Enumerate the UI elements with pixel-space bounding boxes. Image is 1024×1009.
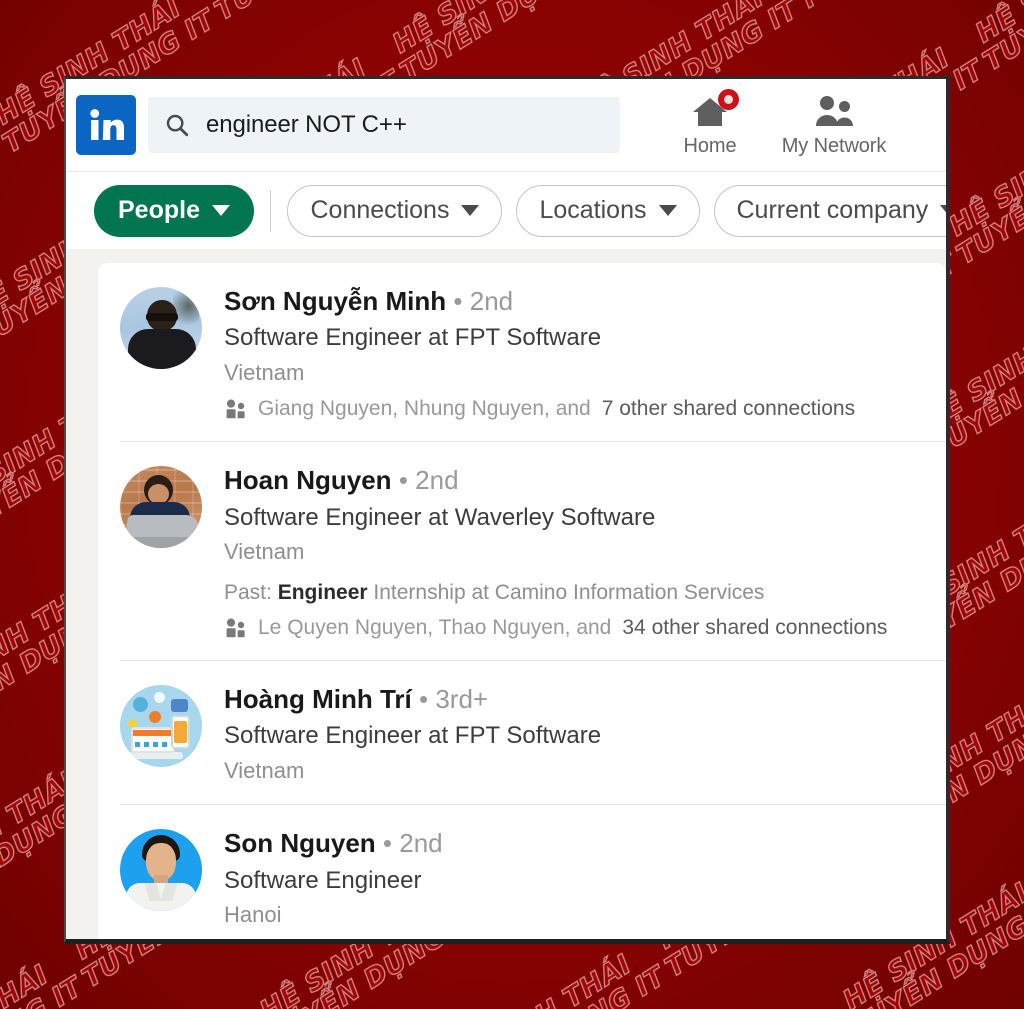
result-past-prefix: Past: [224,580,278,604]
chevron-down-icon [658,205,677,216]
search-result-item[interactable]: Son Nguyen • 2nd Software Engineer Hanoi [120,805,946,939]
result-degree: 2nd [415,465,459,496]
watermark-text: HỆ SINH THÁI TUYỂN DỤNG IT [0,959,89,1009]
avatar[interactable] [120,685,202,768]
result-location: Vietnam [224,359,305,385]
shared-connections-count: 7 other shared connections [601,397,856,421]
filter-pill-locations-label: Locations [539,196,647,224]
result-name-line: Sơn Nguyễn Minh • 2nd [224,286,946,316]
watermark-text: HỆ SINH THÁI TUYỂN DỤNG IT [484,948,672,1009]
result-separator: • [419,684,429,715]
my-network-icon [813,92,855,132]
watermark-text: HỆ SINH THÁI TUYỂN DỤNG IT [779,0,1004,17]
result-location: Vietnam [224,539,305,565]
shared-connections-icon [224,399,247,419]
avatar[interactable] [120,829,202,912]
filter-pill-connections[interactable]: Connections [287,184,503,237]
result-degree: 2nd [399,828,443,859]
result-headline: Software Engineer at FPT Software [224,722,602,750]
result-name-line: Hoàng Minh Trí • 3rd+ [224,685,946,714]
filter-pill-people-label: People [118,196,200,224]
search-results-area: Sơn Nguyễn Minh • 2nd Software Engineer … [66,249,946,939]
result-location: Vietnam [224,758,305,784]
shared-connections-count: 34 other shared connections [622,615,888,639]
linkedin-window: engineer NOT C++ Home My Network People … [64,76,950,944]
watermark-text: HỆ SINH THÁI TUYỂN DỤNG IT [196,0,421,28]
search-input-value: engineer NOT C++ [206,111,407,138]
result-separator: • [382,828,393,859]
result-degree: 3rd+ [435,684,489,715]
filter-pill-locations[interactable]: Locations [516,184,700,237]
result-name-line: Hoan Nguyen • 2nd [224,466,946,495]
filter-pill-current-company[interactable]: Current company [713,184,946,237]
search-result-item[interactable]: Hoan Nguyen • 2nd Software Engineer at W… [120,442,946,662]
search-results-card: Sơn Nguyễn Minh • 2nd Software Engineer … [98,263,946,939]
chevron-down-icon [940,205,946,216]
result-headline: Software Engineer at FPT Software [224,324,602,352]
search-result-item[interactable]: Sơn Nguyễn Minh • 2nd Software Engineer … [120,263,946,443]
global-nav: engineer NOT C++ Home My Network [66,79,946,171]
search-filter-bar: People Connections Locations Current com… [66,171,946,249]
search-input[interactable]: engineer NOT C++ [148,97,620,153]
filter-pill-people[interactable]: People [94,184,254,237]
watermark-text: HỆ SINH THÁI TUYỂN DỤNG IT [0,0,23,98]
filter-divider [269,189,272,232]
result-past-keyword: Engineer [277,580,368,604]
nav-item-home-label: Home [683,135,737,157]
shared-connections-icon [224,618,247,638]
result-headline: Software Engineer [224,866,422,894]
result-name[interactable]: Hoan Nguyen [224,465,392,495]
result-location: Hanoi [224,902,282,928]
result-shared-connections[interactable]: Giang Nguyen, Nhung Nguyen, and 7 other … [224,396,946,421]
result-separator: • [453,286,463,316]
avatar[interactable] [120,466,202,549]
result-name[interactable]: Hoàng Minh Trí [224,684,412,714]
result-name-line: Son Nguyen • 2nd [224,829,946,858]
notification-badge [718,89,739,110]
shared-connections-names: Giang Nguyen, Nhung Nguyen, and [258,397,591,421]
nav-item-my-network[interactable]: My Network [772,92,896,158]
avatar[interactable] [120,287,202,369]
chevron-down-icon [211,205,230,216]
result-degree: 2nd [469,286,514,316]
nav-item-my-network-label: My Network [781,135,887,157]
chevron-down-icon [461,205,480,216]
search-result-item[interactable]: Hoàng Minh Trí • 3rd+ Software Engineer … [120,661,946,806]
result-shared-connections[interactable]: Le Quyen Nguyen, Thao Nguyen, and 34 oth… [224,615,946,640]
nav-item-home[interactable]: Home [648,89,772,158]
search-icon [164,112,190,138]
watermark-text: HỆ SINH THÁI TUYỂN DỤNG IT [387,0,586,89]
filter-pill-current-company-label: Current company [736,196,929,224]
result-separator: • [398,465,408,496]
result-name[interactable]: Sơn Nguyễn Minh [224,286,446,316]
result-headline: Software Engineer at Waverley Software [224,503,656,531]
result-name[interactable]: Son Nguyen [224,828,376,858]
result-past-experience: Past: Engineer Internship at Camino Info… [224,580,946,605]
result-past-suffix: Internship at Camino Information Service… [367,580,765,604]
filter-pill-connections-label: Connections [310,196,450,224]
home-icon [690,89,739,132]
shared-connections-names: Le Quyen Nguyen, Thao Nguyen, and [258,615,612,639]
watermark-text: HỆ SINH THÁI TUYỂN DỤNG IT [943,147,1024,272]
linkedin-logo-icon[interactable] [76,95,136,155]
